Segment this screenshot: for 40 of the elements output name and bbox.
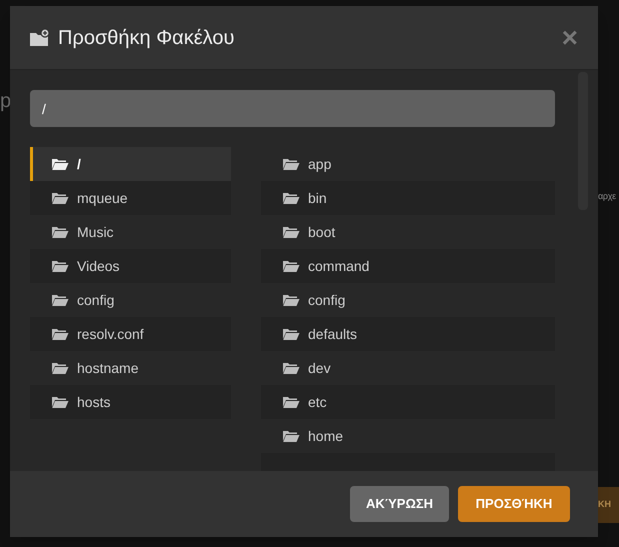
folder-row[interactable]: config [30, 283, 231, 317]
folder-icon [51, 259, 69, 273]
background-text: αρχε [598, 190, 616, 203]
folder-icon [282, 225, 300, 239]
folder-row[interactable]: Videos [30, 249, 231, 283]
folder-row[interactable]: mqueue [30, 181, 231, 215]
folder-row[interactable]: boot [261, 215, 555, 249]
folder-icon [51, 191, 69, 205]
folder-icon [282, 259, 300, 273]
folder-icon [282, 361, 300, 375]
folder-icon [51, 157, 69, 171]
folder-row[interactable]: hosts [30, 385, 231, 419]
folder-row[interactable]: defaults [261, 317, 555, 351]
folder-add-icon [30, 28, 50, 46]
folder-icon [51, 225, 69, 239]
folder-row[interactable]: config [261, 283, 555, 317]
folder-row[interactable]: dev [261, 351, 555, 385]
cancel-button[interactable]: ΑΚΎΡΩΣΗ [350, 486, 449, 522]
folder-row[interactable]: home [261, 419, 555, 453]
background-text: p [0, 89, 12, 114]
folder-icon [282, 293, 300, 307]
folder-row[interactable]: / [30, 147, 231, 181]
folder-icon [282, 157, 300, 171]
folder-row[interactable]: command [261, 249, 555, 283]
folder-icon [282, 327, 300, 341]
folder-icon [282, 429, 300, 443]
folder-row[interactable]: resolv.conf [30, 317, 231, 351]
folder-icon [282, 395, 300, 409]
folder-icon [282, 191, 300, 205]
folder-icon [51, 395, 69, 409]
folder-icon [51, 327, 69, 341]
path-field[interactable]: / [30, 90, 555, 127]
folder-row[interactable]: bin [261, 181, 555, 215]
folder-row[interactable]: app [261, 147, 555, 181]
folder-icon [51, 293, 69, 307]
dialog-title: Προσθήκη Φακέλου [58, 26, 234, 50]
folder-row[interactable]: Music [30, 215, 231, 249]
folder-row[interactable]: hostname [30, 351, 231, 385]
folder-icon [51, 361, 69, 375]
folder-row[interactable]: etc [261, 385, 555, 419]
